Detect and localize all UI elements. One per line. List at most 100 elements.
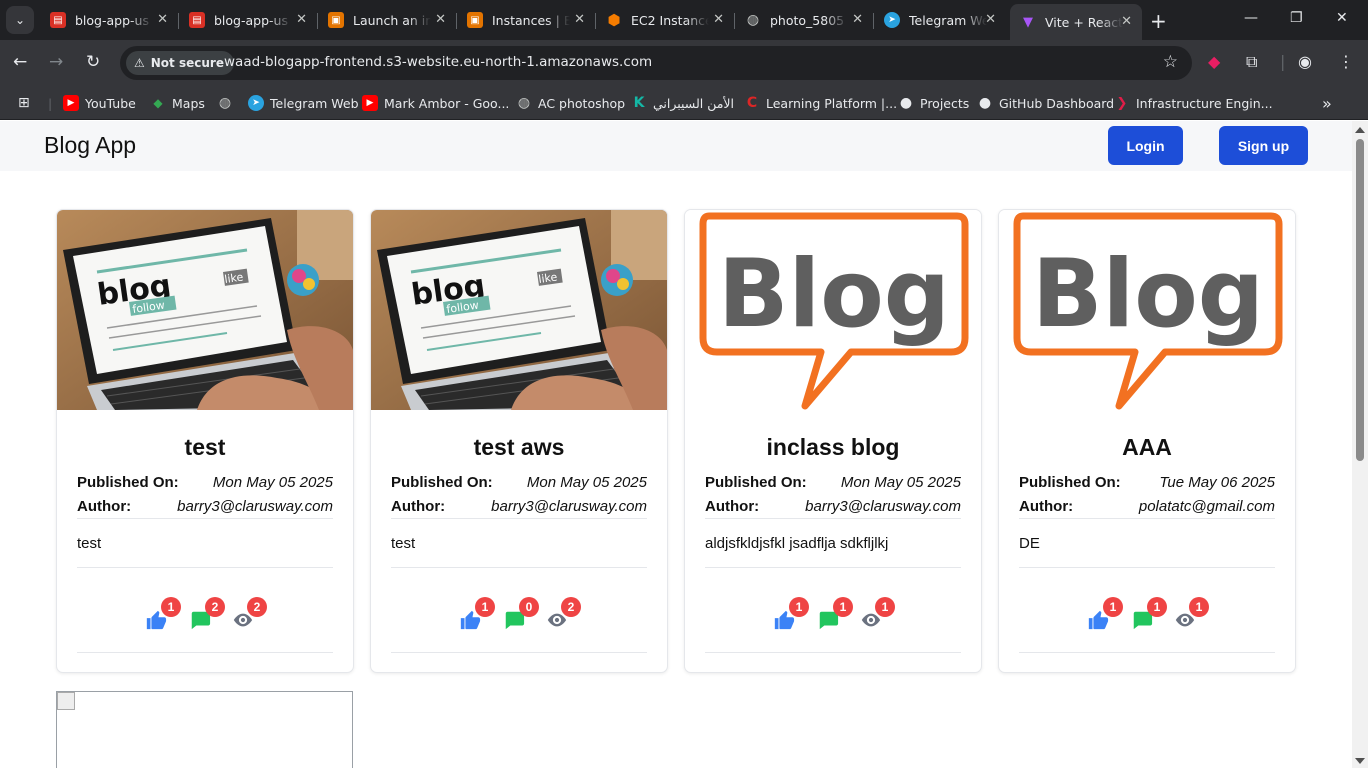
tab-title: Launch an in <box>353 12 431 28</box>
bookmark-label: Maps <box>172 95 205 111</box>
view-count[interactable]: 2 <box>545 597 581 631</box>
globe-icon: ◍ <box>218 95 232 111</box>
bookmark-infrastructure[interactable]: ❯ Infrastructure Engin... <box>1114 93 1273 113</box>
close-icon[interactable]: ✕ <box>574 12 585 27</box>
vite-icon: ▼ <box>1023 14 1033 30</box>
app-brand[interactable]: Blog App <box>44 132 136 159</box>
url-text[interactable]: waad-blogapp-frontend.s3-website.eu-nort… <box>224 54 652 70</box>
bookmark-github-dashboard[interactable]: ● GitHub Dashboard <box>977 93 1114 113</box>
page-scrollbar[interactable] <box>1352 121 1368 768</box>
view-count[interactable]: 1 <box>859 597 895 631</box>
window-close-icon[interactable]: ✕ <box>1336 10 1348 26</box>
extension-icon[interactable]: ◆ <box>1208 52 1220 71</box>
close-icon[interactable]: ✕ <box>713 12 724 27</box>
security-indicator[interactable]: ⚠ Not secure <box>126 51 234 75</box>
close-icon[interactable]: ✕ <box>852 12 863 27</box>
new-tab-icon[interactable]: + <box>1150 9 1167 33</box>
bookmark-label: الأمن السيبراني <box>653 95 735 111</box>
bookmark-projects[interactable]: ● Projects <box>898 93 969 113</box>
author-row: Author: barry3@clarusway.com <box>391 496 647 516</box>
bookmark-cybersecurity[interactable]: K الأمن السيبراني <box>631 93 734 113</box>
tab[interactable]: ➤ Telegram We ✕ <box>874 5 1006 35</box>
broken-image-icon <box>57 692 75 710</box>
bookmark-maps[interactable]: ◆ Maps <box>150 93 205 113</box>
published-date: Mon May 05 2025 <box>212 473 333 491</box>
blog-card[interactable]: blog follow like test Published On: Mon … <box>56 209 354 673</box>
tab[interactable]: ▣ Launch an in ✕ <box>318 5 456 35</box>
close-icon[interactable]: ✕ <box>435 12 446 27</box>
scroll-down-icon[interactable] <box>1355 758 1365 764</box>
bookmark-label: Learning Platform |... <box>766 95 898 111</box>
bookmark-ac-photoshop[interactable]: ◍ AC photoshop <box>516 93 625 113</box>
minimize-icon[interactable]: — <box>1244 10 1258 26</box>
reload-icon[interactable]: ↻ <box>86 52 100 72</box>
comment-button[interactable]: 2 <box>189 597 225 631</box>
divider <box>1019 652 1275 653</box>
bookmarks-divider: | <box>48 95 53 111</box>
youtube-icon: ▶ <box>362 95 378 111</box>
tab[interactable]: ▤ blog-app-us ✕ <box>40 5 178 35</box>
apps-grid-icon[interactable]: ⊞ <box>18 93 30 113</box>
like-button[interactable]: 1 <box>459 597 495 631</box>
chevron-double-right-icon[interactable]: » <box>1322 93 1332 113</box>
bookmark-label: Infrastructure Engin... <box>1136 95 1273 111</box>
tab[interactable]: ▤ blog-app-us ✕ <box>179 5 317 35</box>
login-button[interactable]: Login <box>1108 126 1183 165</box>
tab[interactable]: ▣ Instances | E ✕ <box>457 5 595 35</box>
profile-icon[interactable]: ◉ <box>1298 52 1312 71</box>
comment-button[interactable]: 1 <box>817 597 853 631</box>
post-title[interactable]: AAA <box>999 434 1295 461</box>
published-date: Tue May 06 2025 <box>1159 473 1275 491</box>
close-icon[interactable]: ✕ <box>296 12 307 27</box>
back-arrow-icon[interactable]: ← <box>13 52 27 72</box>
like-button[interactable]: 1 <box>773 597 809 631</box>
tab-search-button[interactable]: ⌄ <box>6 6 34 34</box>
address-bar[interactable]: ⚠ Not secure waad-blogapp-frontend.s3-we… <box>120 46 1192 80</box>
bookmark-learning-platform[interactable]: C Learning Platform |... <box>744 93 897 113</box>
published-row: Published On: Mon May 05 2025 <box>705 472 961 492</box>
close-icon[interactable]: ✕ <box>1121 14 1132 29</box>
view-count[interactable]: 1 <box>1173 597 1209 631</box>
toolbar-divider: | <box>1280 52 1286 71</box>
close-icon[interactable]: ✕ <box>157 12 168 27</box>
tab-active[interactable]: ▼ Vite + React ✕ <box>1010 4 1142 40</box>
view-count-badge: 1 <box>1189 597 1209 617</box>
like-button[interactable]: 1 <box>1087 597 1123 631</box>
post-title[interactable]: inclass blog <box>685 434 981 461</box>
post-title[interactable]: test <box>57 434 353 461</box>
tab-favicon-icon: ▣ <box>328 12 344 28</box>
divider <box>1019 518 1275 519</box>
tab[interactable]: ◍ photo_5805 ✕ <box>735 5 873 35</box>
scroll-up-icon[interactable] <box>1355 127 1365 133</box>
forward-arrow-icon[interactable]: → <box>49 52 63 72</box>
restore-icon[interactable]: ❐ <box>1290 10 1303 26</box>
published-row: Published On: Tue May 06 2025 <box>1019 472 1275 492</box>
tab-title: Vite + React <box>1045 14 1123 30</box>
kebab-menu-icon[interactable]: ⋮ <box>1338 52 1354 71</box>
bookmark-star-icon[interactable]: ☆ <box>1163 52 1178 72</box>
puzzle-icon[interactable]: ⧉ <box>1246 52 1257 72</box>
blog-card[interactable]: Blog inclass blog Published On: Mon May … <box>684 209 982 673</box>
scroll-thumb[interactable] <box>1356 139 1364 461</box>
bookmark-label: GitHub Dashboard <box>999 95 1115 111</box>
bookmark-youtube[interactable]: ▶ YouTube <box>63 93 136 113</box>
post-title[interactable]: test aws <box>371 434 667 461</box>
view-count[interactable]: 2 <box>231 597 267 631</box>
post-content: DE <box>1019 535 1040 552</box>
bookmark-telegram[interactable]: ➤ Telegram Web <box>248 93 359 113</box>
maps-pin-icon: ◆ <box>153 96 163 110</box>
blog-card[interactable]: blog follow like test aws Published On: … <box>370 209 668 673</box>
blog-card[interactable]: Blog AAA Published On: Tue May 06 2025 A… <box>998 209 1296 673</box>
signup-button[interactable]: Sign up <box>1219 126 1308 165</box>
bookmark-mark-ambor[interactable]: ▶ Mark Ambor - Goo... <box>362 93 509 113</box>
comment-button[interactable]: 1 <box>1131 597 1167 631</box>
bookmark-globe[interactable]: ◍ <box>217 93 239 113</box>
divider <box>1019 567 1275 568</box>
divider <box>391 518 647 519</box>
infra-logo-icon: ❯ <box>1116 95 1128 111</box>
close-icon[interactable]: ✕ <box>985 12 996 27</box>
tab[interactable]: ⬢ EC2 Instance ✕ <box>596 5 734 35</box>
like-button[interactable]: 1 <box>145 597 181 631</box>
comment-button[interactable]: 0 <box>503 597 539 631</box>
bookmark-label: YouTube <box>85 95 136 111</box>
